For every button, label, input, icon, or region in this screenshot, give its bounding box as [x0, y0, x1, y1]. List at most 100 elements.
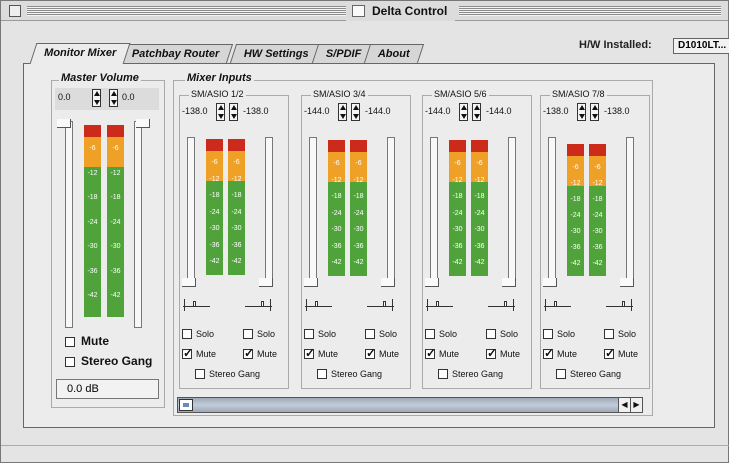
master-stereo-gang-checkbox[interactable] — [65, 357, 75, 367]
solo-label: Solo — [618, 329, 637, 339]
tab-monitor-mixer[interactable]: Monitor Mixer — [29, 43, 131, 64]
mixer-horizontal-scrollbar[interactable]: ◀ ▶ — [177, 397, 643, 413]
arrow-left-icon[interactable]: ◀ — [618, 398, 630, 412]
meter-tick-label: -12 — [570, 180, 581, 187]
channel-right-fader-track[interactable] — [508, 137, 516, 285]
channel-right-fader-thumb[interactable] — [381, 278, 395, 287]
channel-right-fader-track[interactable] — [387, 137, 395, 285]
meter-tick-label: -30 — [110, 243, 121, 251]
channel-left-solo-checkbox[interactable] — [543, 329, 553, 339]
channel-right-fader-thumb[interactable] — [620, 278, 634, 287]
channel-left-mute-checkbox[interactable] — [543, 346, 554, 360]
channel-left-pan[interactable] — [544, 297, 571, 313]
channel-left-spinner[interactable] — [577, 103, 586, 121]
channel-right-pan[interactable] — [488, 297, 515, 313]
channel-left-solo-checkbox[interactable] — [182, 329, 192, 339]
channel-left-spinner[interactable] — [459, 103, 468, 121]
channel-left-solo-checkbox[interactable] — [304, 329, 314, 339]
meter-tick-label: -18 — [452, 193, 463, 201]
tab-hw-settings[interactable]: HW Settings — [229, 44, 323, 63]
channel-right-mute-checkbox[interactable] — [365, 346, 376, 360]
channel-left-spinner[interactable] — [338, 103, 347, 121]
channel-right-spinner[interactable] — [472, 103, 481, 121]
channel-right-mute-checkbox[interactable] — [604, 346, 615, 360]
channel-left-fader-track[interactable] — [548, 137, 556, 285]
channel-right-solo-checkbox[interactable] — [604, 329, 614, 339]
channel-right-mute-checkbox[interactable] — [486, 346, 497, 360]
arrow-right-icon[interactable]: ▶ — [630, 398, 642, 412]
channel-right-fader-thumb[interactable] — [259, 278, 273, 287]
channel-left-pan[interactable] — [183, 297, 210, 313]
channel-left-mute-checkbox[interactable] — [182, 346, 193, 360]
channel-stereo-gang-checkbox[interactable] — [438, 369, 448, 379]
master-left-fader-thumb[interactable] — [57, 119, 71, 128]
channel-stereo-gang-checkbox[interactable] — [556, 369, 566, 379]
master-mute-checkbox[interactable] — [65, 337, 75, 347]
channel-right-meter: -6 -12 -18 -24 -30 -36 -42 — [350, 140, 367, 276]
channel-right-pan[interactable] — [245, 297, 272, 313]
meter-tick-label: -24 — [474, 209, 485, 217]
title-bar[interactable]: Delta Control — [1, 1, 728, 21]
mute-label: Mute — [257, 349, 278, 359]
meter-tick-label: -36 — [570, 244, 581, 251]
meter-tick-label: -30 — [209, 225, 220, 233]
stereo-gang-label: Stereo Gang — [209, 369, 261, 379]
meter-red-zone — [328, 140, 345, 152]
window-title-text: Delta Control — [372, 4, 448, 18]
channel-left-pan[interactable] — [426, 297, 453, 313]
master-value-box — [55, 88, 159, 110]
meter-tick-label: -42 — [231, 258, 242, 266]
channel-left-fader-thumb[interactable] — [543, 278, 557, 287]
channel-right-mute-checkbox[interactable] — [243, 346, 254, 360]
channel-right-pan[interactable] — [606, 297, 633, 313]
channel-left-fader-track[interactable] — [309, 137, 317, 285]
stereo-gang-label: Stereo Gang — [570, 369, 622, 379]
channel-left-fader-track[interactable] — [430, 137, 438, 285]
master-right-fader-thumb[interactable] — [136, 119, 150, 128]
channel-right-fader-track[interactable] — [626, 137, 634, 285]
channel-right-solo-checkbox[interactable] — [365, 329, 375, 339]
solo-label: Solo — [557, 329, 576, 339]
hw-installed-value[interactable]: D1010LT... — [673, 38, 729, 54]
channel-stereo-gang-checkbox[interactable] — [317, 369, 327, 379]
channel-right-spinner[interactable] — [590, 103, 599, 121]
meter-tick-label: -18 — [231, 192, 242, 200]
meter-tick-label: -30 — [331, 226, 342, 234]
tab-label: Monitor Mixer — [44, 47, 117, 59]
meter-tick-label: -24 — [452, 209, 463, 217]
meter-tick-label: -12 — [474, 176, 485, 184]
channel-left-spinner[interactable] — [216, 103, 225, 121]
channel-left-fader-thumb[interactable] — [425, 278, 439, 287]
master-right-spinner[interactable] — [109, 89, 118, 107]
channel-right-pan[interactable] — [367, 297, 394, 313]
channel-left-mute-checkbox[interactable] — [425, 346, 436, 360]
channel-left-pan[interactable] — [305, 297, 332, 313]
meter-red-zone — [449, 140, 466, 152]
channel-right-fader-track[interactable] — [265, 137, 273, 285]
meter-red-zone — [206, 139, 223, 151]
channel-name: SM/ASIO 7/8 — [550, 89, 607, 99]
channel-right-meter: -6 -12 -18 -24 -30 -36 -42 — [471, 140, 488, 276]
tab-patchbay-router[interactable]: Patchbay Router — [117, 44, 234, 63]
channel-left-fader-thumb[interactable] — [182, 278, 196, 287]
channel-right-meter: -6 -12 -18 -24 -30 -36 -42 — [228, 139, 245, 275]
master-left-fader-track[interactable] — [65, 121, 73, 328]
close-box[interactable] — [9, 5, 21, 17]
master-right-fader-track[interactable] — [134, 121, 142, 328]
scrollbar-thumb[interactable] — [179, 399, 193, 411]
channel-right-fader-thumb[interactable] — [502, 278, 516, 287]
channel-left-fader-track[interactable] — [187, 137, 195, 285]
channel-right-solo-checkbox[interactable] — [486, 329, 496, 339]
meter-tick-label: -6 — [112, 145, 119, 152]
solo-label: Solo — [500, 329, 519, 339]
channel-right-spinner[interactable] — [229, 103, 238, 121]
master-left-spinner[interactable] — [92, 89, 101, 107]
channel-left-fader-thumb[interactable] — [304, 278, 318, 287]
channel-left-solo-checkbox[interactable] — [425, 329, 435, 339]
channel-right-solo-checkbox[interactable] — [243, 329, 253, 339]
channel-left-mute-checkbox[interactable] — [304, 346, 315, 360]
channel-right-spinner[interactable] — [351, 103, 360, 121]
meter-tick-label: -12 — [452, 176, 463, 184]
channel-stereo-gang-checkbox[interactable] — [195, 369, 205, 379]
tab-about[interactable]: About — [363, 44, 424, 63]
